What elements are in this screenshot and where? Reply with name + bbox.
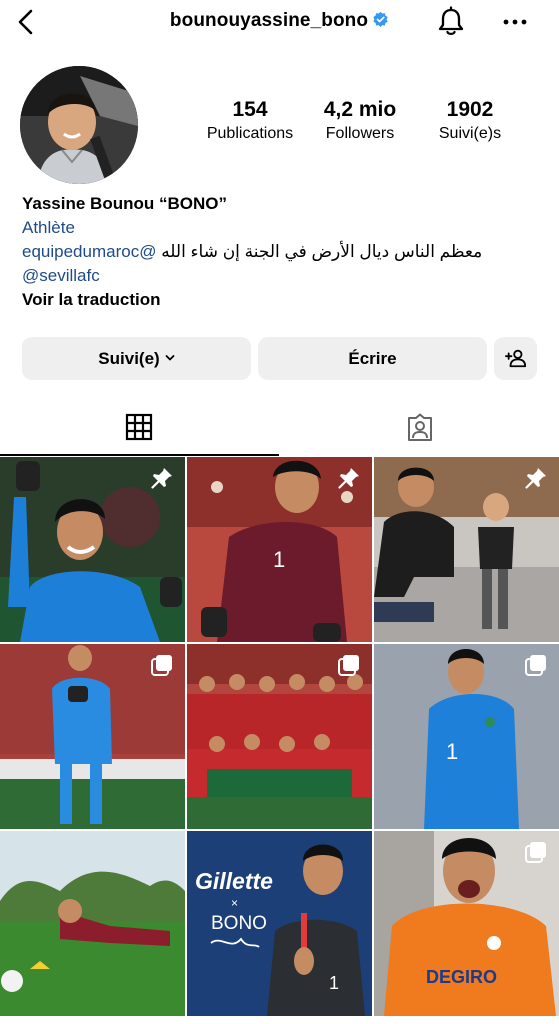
grid-icon <box>125 413 153 441</box>
category-label: Athlète <box>22 218 75 237</box>
post-thumbnail[interactable] <box>0 644 185 829</box>
following-label: Suivi(e)s <box>438 125 502 142</box>
mention-equipedumaroc[interactable]: equipedumaroc@ <box>22 242 156 261</box>
gillette-logo: Gillette <box>195 868 273 894</box>
mention-sevillafc[interactable]: @sevillafc <box>22 264 542 288</box>
bio-arabic-text: معظم الناس ديال الأرض في الجنة إن شاء ال… <box>161 242 483 261</box>
posts-label: Publications <box>206 125 294 142</box>
top-bar: bounouyassine_bono <box>0 0 559 48</box>
carousel-icon <box>525 655 546 676</box>
chevron-down-icon <box>165 355 175 361</box>
sponsor-text: DEGIRO <box>426 967 497 987</box>
post-thumbnail[interactable]: Gillette × BONO 1 <box>187 831 372 1016</box>
stat-following[interactable]: 1902 Suivi(e)s <box>420 98 520 143</box>
suggested-users-button[interactable] <box>494 337 537 380</box>
stat-followers[interactable]: 4,2 mio Followers <box>310 98 410 143</box>
post-thumbnail[interactable] <box>187 644 372 829</box>
post-thumbnail[interactable]: 1 <box>374 644 559 829</box>
svg-text:1: 1 <box>273 547 285 572</box>
svg-text:1: 1 <box>329 973 339 993</box>
svg-text:1: 1 <box>446 739 458 764</box>
carousel-icon <box>338 655 359 676</box>
carousel-icon <box>525 842 546 863</box>
followers-label: Followers <box>325 125 395 142</box>
verified-badge-icon <box>373 11 388 27</box>
following-button-label: Suivi(e) <box>98 349 160 368</box>
carousel-icon <box>151 655 172 676</box>
tab-posts-grid[interactable] <box>0 404 279 456</box>
pin-icon <box>525 468 546 489</box>
post-thumbnail[interactable]: 1 <box>187 457 372 642</box>
post-image: Gillette × BONO 1 <box>187 831 372 1016</box>
profile-stats: 154 Publications 4,2 mio Followers 1902 … <box>190 98 530 154</box>
profile-tabs <box>0 404 559 456</box>
pin-icon <box>151 468 172 489</box>
tab-tagged[interactable] <box>280 404 559 456</box>
following-count: 1902 <box>446 98 494 121</box>
collab-x: × <box>231 896 238 910</box>
post-thumbnail[interactable] <box>0 831 185 1016</box>
followers-count: 4,2 mio <box>323 98 397 121</box>
more-options-icon[interactable] <box>500 8 530 36</box>
stat-posts[interactable]: 154 Publications <box>195 98 305 143</box>
profile-username: bounouyassine_bono <box>0 10 559 32</box>
bio-line: equipedumaroc@ معظم الناس ديال الأرض في … <box>22 240 542 264</box>
pin-icon <box>338 468 359 489</box>
profile-bio: Yassine Bounou “BONO” Athlète equipeduma… <box>22 192 542 312</box>
message-button[interactable]: Écrire <box>258 337 487 380</box>
see-translation-link[interactable]: Voir la traduction <box>22 288 542 312</box>
collab-bono: BONO <box>211 913 267 934</box>
posts-grid: 1 1 Gillette × BONO 1 DEGIRO <box>0 457 559 1024</box>
posts-count: 154 <box>232 98 268 121</box>
post-thumbnail[interactable] <box>374 457 559 642</box>
following-button[interactable]: Suivi(e) <box>22 337 251 380</box>
display-name: Yassine Bounou “BONO” <box>22 194 227 213</box>
notification-bell-icon[interactable] <box>436 6 466 38</box>
tagged-person-icon <box>408 413 432 441</box>
post-thumbnail[interactable] <box>0 457 185 642</box>
username-text: bounouyassine_bono <box>169 10 369 31</box>
add-person-icon <box>504 349 526 368</box>
post-thumbnail[interactable]: DEGIRO <box>374 831 559 1016</box>
post-image <box>0 831 185 1016</box>
message-button-label: Écrire <box>348 349 397 368</box>
profile-avatar[interactable] <box>20 66 138 184</box>
